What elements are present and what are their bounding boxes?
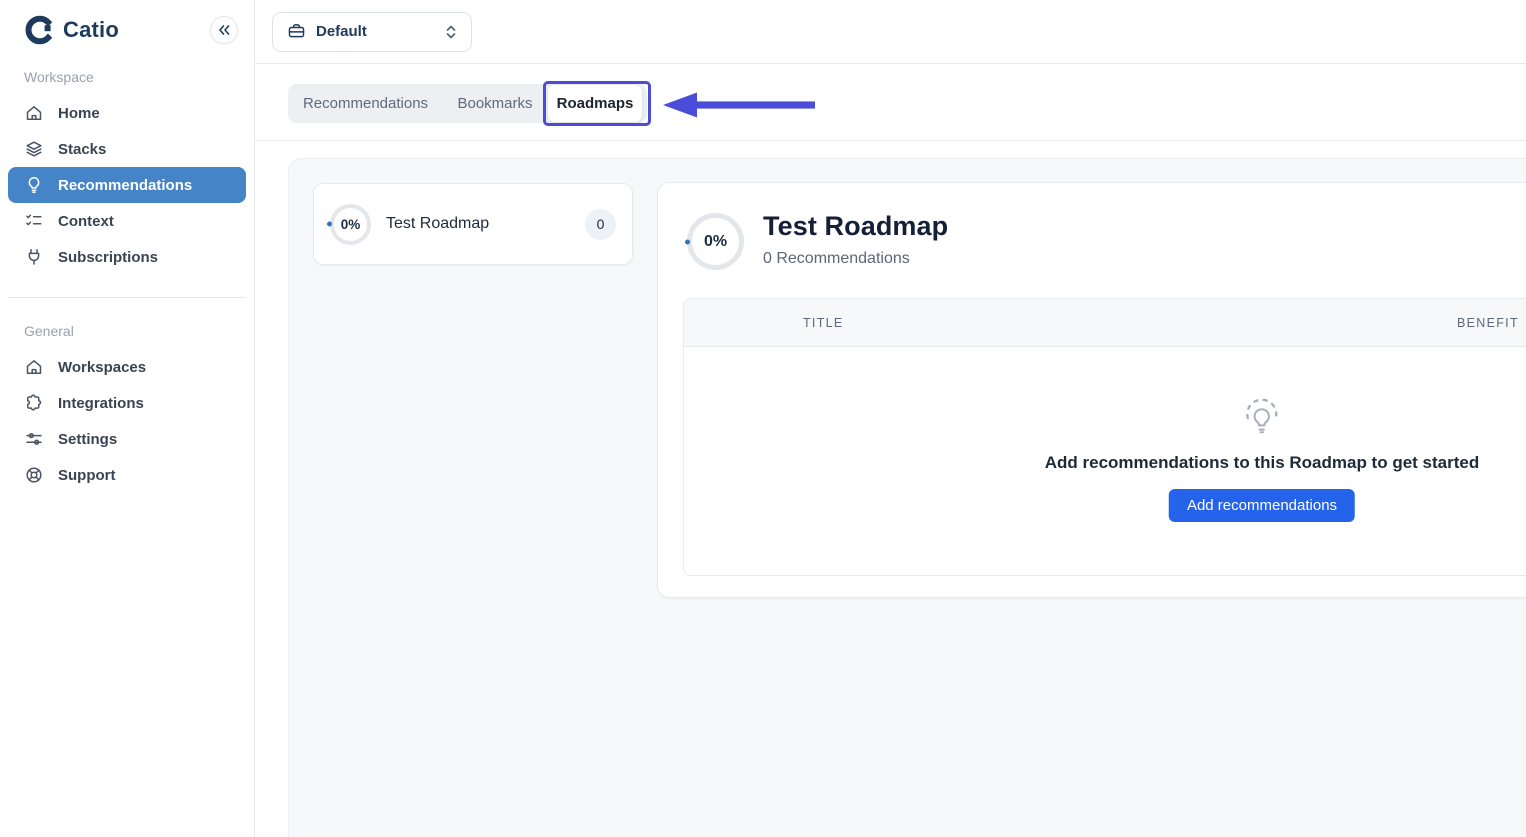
sidebar-item-label: Subscriptions xyxy=(58,248,159,266)
sidebar-item-label: Stacks xyxy=(58,140,107,158)
roadmap-detail-progress-ring: 0% xyxy=(685,213,744,270)
sidebar-item-integrations[interactable]: Integrations xyxy=(8,385,246,421)
roadmap-detail-panel: 0% Test Roadmap 0 Recommendations TITLE … xyxy=(657,182,1526,598)
table-header-row: TITLE BENEFIT xyxy=(684,299,1526,347)
sidebar-item-context[interactable]: Context xyxy=(8,203,246,239)
catio-logo: Catio xyxy=(24,15,119,45)
plug-icon xyxy=(24,247,44,267)
sliders-icon xyxy=(24,429,44,449)
sidebar-item-label: Workspaces xyxy=(58,358,147,376)
lightbulb-icon xyxy=(24,175,44,195)
sidebar-item-label: Context xyxy=(58,212,114,230)
sidebar-item-recommendations[interactable]: Recommendations xyxy=(8,167,246,203)
column-header-benefit: BENEFIT xyxy=(1457,315,1519,330)
empty-state-message: Add recommendations to this Roadmap to g… xyxy=(1044,453,1480,472)
stacks-icon xyxy=(24,139,44,159)
sidebar-item-subscriptions[interactable]: Subscriptions xyxy=(8,239,246,275)
sidebar-item-label: Settings xyxy=(58,430,118,448)
sidebar-item-home[interactable]: Home xyxy=(8,95,246,131)
annotation-arrow-icon xyxy=(660,88,818,122)
catio-logo-icon xyxy=(24,15,54,45)
tab-bar: Recommendations Bookmarks Roadmaps xyxy=(255,64,1526,141)
roadmap-count-badge: 0 xyxy=(585,208,616,240)
home-icon xyxy=(24,103,44,123)
checklist-icon xyxy=(24,211,44,231)
sidebar-header: Catio xyxy=(0,0,254,45)
roadmap-list-item[interactable]: 0% Test Roadmap 0 xyxy=(313,183,633,265)
column-header-title: TITLE xyxy=(803,315,844,330)
sidebar-item-label: Recommendations xyxy=(58,176,193,194)
sidebar-section-general: General xyxy=(24,323,74,339)
roadmap-progress-ring: 0% xyxy=(327,203,371,245)
tab-recommendations[interactable]: Recommendations xyxy=(288,95,443,112)
sidebar-collapse-button[interactable] xyxy=(210,16,238,44)
chevron-updown-icon xyxy=(445,24,457,40)
sidebar-item-support[interactable]: Support xyxy=(8,457,246,493)
recommendations-table: TITLE BENEFIT Add recommendations to thi… xyxy=(683,298,1526,576)
sidebar-item-workspaces[interactable]: Workspaces xyxy=(8,349,246,385)
progress-dot-icon xyxy=(685,239,690,244)
tab-bookmarks[interactable]: Bookmarks xyxy=(443,95,547,112)
lightbulb-sparkle-icon xyxy=(1240,397,1284,441)
table-body: Add recommendations to this Roadmap to g… xyxy=(684,347,1526,575)
roadmap-progress-value: 0% xyxy=(340,216,361,232)
roadmap-detail-progress-value: 0% xyxy=(703,232,728,250)
progress-dot-icon xyxy=(327,221,332,227)
workspace-selector-value: Default xyxy=(316,23,367,40)
roadmap-detail-title: Test Roadmap xyxy=(763,211,949,241)
sidebar-section-workspace: Workspace xyxy=(24,69,94,85)
workspaces-icon xyxy=(24,357,44,377)
lifebuoy-icon xyxy=(24,465,44,485)
puzzle-icon xyxy=(24,393,44,413)
main-content: 0% Test Roadmap 0 0% Test Roadmap 0 Reco… xyxy=(255,141,1526,837)
sidebar-divider xyxy=(8,297,246,298)
double-chevron-left-icon xyxy=(217,24,231,36)
briefcase-icon xyxy=(287,22,306,41)
brand-name: Catio xyxy=(63,17,119,42)
add-recommendations-button[interactable]: Add recommendations xyxy=(1168,489,1356,522)
sidebar-item-label: Support xyxy=(58,466,116,484)
workspace-selector[interactable]: Default xyxy=(272,11,472,52)
sidebar-item-stacks[interactable]: Stacks xyxy=(8,131,246,167)
roadmap-card-title: Test Roadmap xyxy=(386,215,490,232)
sidebar-item-settings[interactable]: Settings xyxy=(8,421,246,457)
topbar: Default xyxy=(255,0,1526,64)
sidebar-item-label: Home xyxy=(58,104,100,122)
empty-state: Add recommendations to this Roadmap to g… xyxy=(1044,397,1480,522)
tab-roadmaps[interactable]: Roadmaps xyxy=(548,85,642,122)
sidebar-item-label: Integrations xyxy=(58,394,144,412)
tabs-segmented-control: Recommendations Bookmarks Roadmaps xyxy=(288,84,647,123)
sidebar: Catio Workspace Home Stacks Recommendati… xyxy=(0,0,255,837)
roadmap-detail-subtitle: 0 Recommendations xyxy=(763,250,910,267)
